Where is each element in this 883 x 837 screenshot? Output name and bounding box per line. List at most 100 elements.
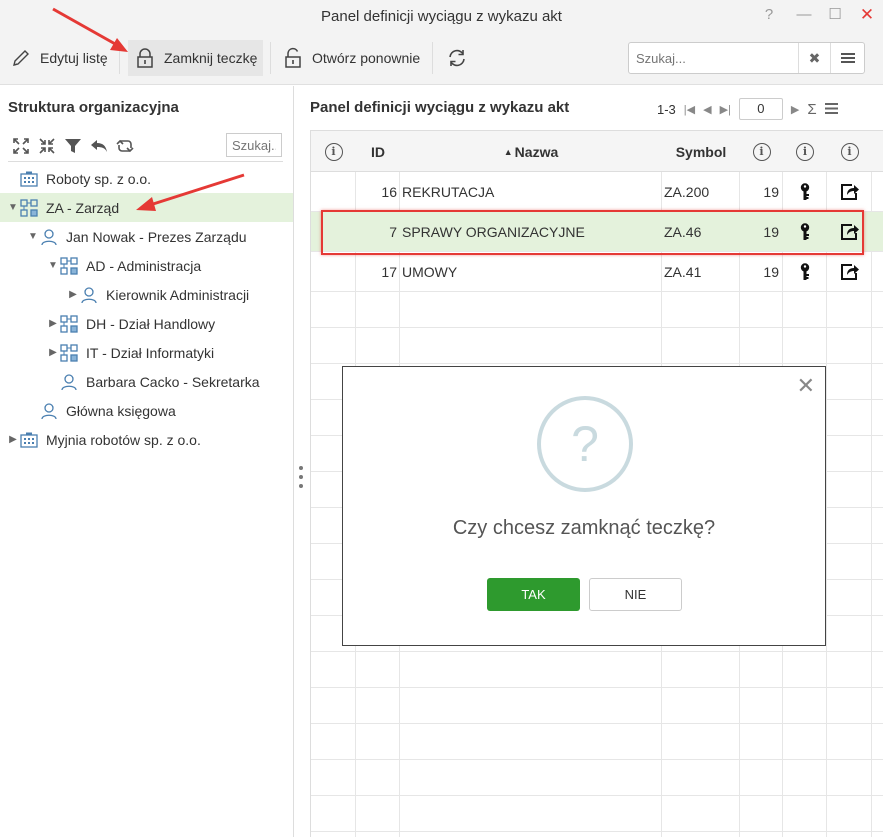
id-column-header[interactable]: ID xyxy=(356,131,400,172)
sort-asc-icon: ▲ xyxy=(503,146,513,157)
person-icon xyxy=(39,228,59,246)
row-id: 17 xyxy=(381,264,397,280)
table-row[interactable]: 16 REKRUTACJA ZA.200 19 xyxy=(311,172,883,212)
tree-node-label: Jan Nowak - Prezes Zarządu xyxy=(66,228,247,245)
tree-node[interactable]: ▶ DH - Dział Handlowy xyxy=(0,309,293,338)
info-icon: i xyxy=(752,142,771,161)
question-icon: ? xyxy=(537,396,633,492)
close-window-button[interactable]: ✕ xyxy=(855,4,879,26)
tree-node-label: Główna księgowa xyxy=(66,402,176,419)
symbol-column-header[interactable]: Symbol xyxy=(662,131,740,172)
clear-search-icon[interactable]: ✖ xyxy=(798,43,830,73)
info-column-header[interactable]: i xyxy=(827,131,872,172)
page-input[interactable]: 0 xyxy=(738,98,783,120)
tree-node[interactable]: ▼ AD - Administracja xyxy=(0,251,293,280)
department-icon xyxy=(19,198,39,217)
panel-splitter[interactable] xyxy=(298,466,304,488)
name-column-label: Nazwa xyxy=(514,143,559,160)
tree-node-label: Myjnia robotów sp. z o.o. xyxy=(46,431,201,448)
row-name: REKRUTACJA xyxy=(402,184,495,200)
caret-right-icon[interactable]: ▶ xyxy=(7,434,19,445)
empty-row xyxy=(311,688,883,724)
close-folder-label: Zamknij teczkę xyxy=(164,50,258,66)
row-symbol: ZA.41 xyxy=(664,264,702,280)
minimize-button[interactable]: — xyxy=(792,4,816,26)
maximize-button[interactable]: ☐ xyxy=(823,4,847,26)
window-title: Panel definicji wyciągu z wykazu akt xyxy=(321,8,562,25)
no-button[interactable]: NIE xyxy=(589,578,682,611)
caret-right-icon[interactable]: ▶ xyxy=(67,289,79,300)
row-count: 19 xyxy=(763,184,779,200)
tree-node[interactable]: ▶ Myjnia robotów sp. z o.o. xyxy=(0,425,293,454)
department-icon xyxy=(59,343,79,362)
right-panel-title: Panel definicji wyciągu z wykazu akt xyxy=(310,99,570,116)
company-icon xyxy=(19,431,39,449)
table-row[interactable]: 17 UMOWY ZA.41 19 xyxy=(311,252,883,292)
help-button[interactable]: ? xyxy=(757,4,781,26)
info-icon: i xyxy=(796,142,814,161)
reopen-button[interactable]: Otwórz ponownie xyxy=(276,40,426,76)
org-structure-title: Struktura organizacyjna xyxy=(8,99,179,116)
next-page-icon[interactable]: ▶| xyxy=(720,103,731,116)
divider xyxy=(8,161,283,162)
key-icon[interactable] xyxy=(783,172,827,212)
search-menu-icon[interactable] xyxy=(830,43,864,73)
name-column-header[interactable]: ▲ Nazwa xyxy=(400,131,662,172)
tree-search-input[interactable] xyxy=(226,133,282,157)
empty-row xyxy=(311,760,883,796)
filter-icon[interactable] xyxy=(62,135,83,156)
dialog-message: Czy chcesz zamknąć teczkę? xyxy=(452,517,716,539)
key-icon[interactable] xyxy=(783,252,827,292)
export-icon[interactable] xyxy=(827,252,872,292)
prev-page-icon[interactable]: ◀ xyxy=(703,103,711,116)
highlight-annotation xyxy=(321,210,864,255)
info-icon: i xyxy=(324,142,343,161)
export-icon[interactable] xyxy=(827,172,872,212)
tree-node[interactable]: ▼ Jan Nowak - Prezes Zarządu xyxy=(0,222,293,251)
reopen-label: Otwórz ponownie xyxy=(312,50,421,66)
tree-node[interactable]: ▼ ZA - Zarząd xyxy=(0,193,293,222)
info-column-header[interactable]: i xyxy=(311,131,356,172)
refresh-icon xyxy=(446,46,468,70)
tree-node-label: IT - Dział Informatyki xyxy=(86,344,215,361)
caret-right-icon[interactable]: ▶ xyxy=(47,318,59,329)
yes-button[interactable]: TAK xyxy=(487,578,580,611)
edit-list-button[interactable]: Edytuj listę xyxy=(4,40,114,76)
empty-row xyxy=(311,724,883,760)
info-column-header[interactable]: i xyxy=(740,131,783,172)
caret-down-icon[interactable]: ▼ xyxy=(47,260,59,271)
tree-node[interactable]: ▶ Kierownik Administracji xyxy=(0,280,293,309)
tree-node[interactable]: Roboty sp. z o.o. xyxy=(0,164,293,193)
caret-down-icon[interactable]: ▼ xyxy=(7,202,19,213)
department-icon xyxy=(59,256,79,275)
pager-range: 1-3 xyxy=(657,101,676,117)
first-page-icon[interactable]: |◀ xyxy=(684,103,695,116)
caret-down-icon[interactable]: ▼ xyxy=(27,231,39,242)
tree-node[interactable]: Główna księgowa xyxy=(0,396,293,425)
empty-row xyxy=(311,796,883,832)
tree-node[interactable]: Barbara Cacko - Sekretarka xyxy=(0,367,293,396)
tree-node[interactable]: ▶ IT - Dział Informatyki xyxy=(0,338,293,367)
last-page-icon[interactable]: ▶ xyxy=(791,103,799,116)
undo-icon[interactable] xyxy=(88,135,109,156)
sync-icon[interactable] xyxy=(114,135,135,156)
caret-right-icon[interactable]: ▶ xyxy=(47,347,59,358)
pencil-icon xyxy=(10,46,32,70)
info-column-header[interactable]: i xyxy=(783,131,827,172)
tree-node-label: ZA - Zarząd xyxy=(46,199,120,216)
tree-tools xyxy=(10,135,135,156)
edit-list-label: Edytuj listę xyxy=(40,50,108,66)
collapse-all-icon[interactable] xyxy=(36,135,57,156)
grid-menu-icon[interactable] xyxy=(824,102,838,117)
expand-all-icon[interactable] xyxy=(10,135,31,156)
refresh-button[interactable] xyxy=(440,40,474,76)
person-icon xyxy=(39,402,59,420)
org-structure-panel: Struktura organizacyjna Roboty sp. z o.o… xyxy=(0,86,294,837)
dialog-close-icon[interactable]: ✕ xyxy=(797,375,815,397)
unlock-icon xyxy=(282,46,304,70)
tree-node-label: AD - Administracja xyxy=(86,257,202,274)
top-search-input[interactable] xyxy=(629,43,797,73)
tree-node-label: Barbara Cacko - Sekretarka xyxy=(86,373,260,390)
close-folder-button[interactable]: Zamknij teczkę xyxy=(128,40,264,76)
sum-icon[interactable]: Σ xyxy=(807,101,816,118)
